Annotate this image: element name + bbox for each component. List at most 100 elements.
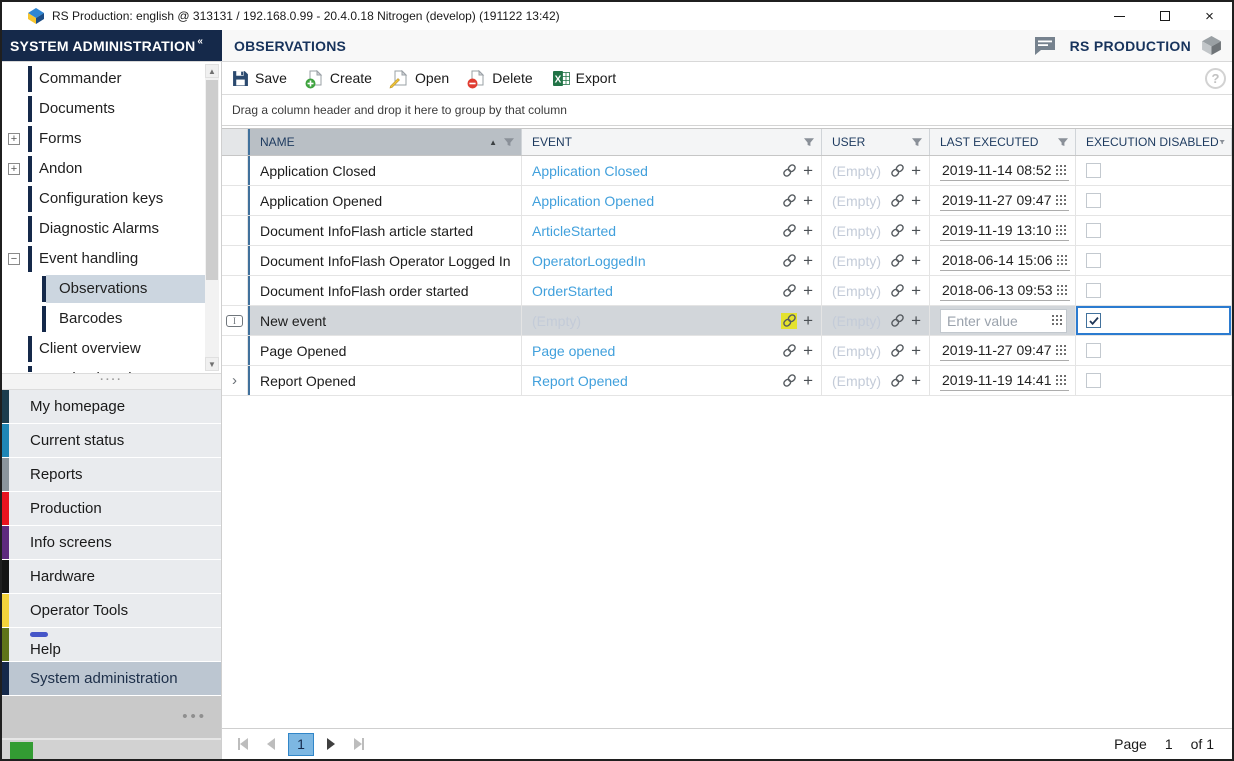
link-icon[interactable] (889, 163, 905, 179)
row-indicator-cell[interactable] (222, 216, 248, 245)
event-link[interactable]: ArticleStarted (532, 223, 781, 239)
link-icon[interactable] (781, 223, 797, 239)
filter-icon[interactable] (1219, 136, 1225, 148)
overflow-menu-icon[interactable]: ••• (182, 708, 207, 725)
last-executed-cell[interactable]: 2018-06-14 15:06 (930, 246, 1076, 275)
add-icon[interactable]: + (911, 282, 921, 299)
event-cell[interactable]: ArticleStarted + (522, 216, 822, 245)
nav-item-operator-tools[interactable]: Operator Tools (2, 594, 221, 627)
user-cell[interactable]: (Empty) + (822, 276, 930, 305)
link-icon[interactable] (889, 193, 905, 209)
name-cell[interactable]: New event (248, 306, 522, 335)
date-editor[interactable]: 2019-11-19 13:10 (940, 220, 1069, 241)
export-button[interactable]: X Export (553, 70, 616, 87)
add-icon[interactable]: + (803, 282, 813, 299)
splitter-grip[interactable]: ···· (2, 373, 221, 390)
scroll-down-icon[interactable]: ▼ (205, 357, 219, 371)
date-editor[interactable]: 2019-11-19 14:41 (940, 370, 1069, 391)
date-picker-icon[interactable] (1056, 345, 1067, 356)
link-icon[interactable] (889, 253, 905, 269)
date-picker-icon[interactable] (1057, 285, 1068, 296)
row-indicator-cell[interactable] (222, 336, 248, 365)
column-header-user[interactable]: USER (822, 129, 930, 155)
pager-current-page[interactable]: 1 (288, 733, 314, 756)
event-link[interactable]: OrderStarted (532, 283, 781, 299)
execution-disabled-checkbox[interactable] (1086, 373, 1101, 388)
add-icon[interactable]: + (803, 162, 813, 179)
tree-scrollbar[interactable]: ▲ ▼ (205, 64, 219, 371)
date-picker-icon[interactable] (1057, 255, 1068, 266)
row-indicator-cell[interactable] (222, 276, 248, 305)
execution-disabled-cell[interactable] (1076, 216, 1232, 245)
add-icon[interactable]: + (911, 192, 921, 209)
event-link[interactable]: Application Closed (532, 163, 781, 179)
execution-disabled-checkbox[interactable] (1086, 343, 1101, 358)
pager-prev-button[interactable] (260, 733, 282, 755)
delete-button[interactable]: Delete (469, 70, 532, 87)
event-link[interactable]: Application Opened (532, 193, 781, 209)
pager-last-button[interactable] (348, 733, 370, 755)
nav-item-info-screens[interactable]: Info screens (2, 526, 221, 559)
execution-disabled-cell[interactable] (1076, 336, 1232, 365)
row-indicator-cell[interactable]: › (222, 366, 248, 395)
link-icon[interactable] (781, 283, 797, 299)
tree-item-barcodes[interactable]: Barcodes (2, 304, 205, 334)
date-editor[interactable]: 2018-06-13 09:53 (940, 280, 1070, 301)
collapse-icon[interactable]: « (197, 36, 203, 47)
nav-item-reports[interactable]: Reports (2, 458, 221, 491)
event-cell[interactable]: OperatorLoggedIn + (522, 246, 822, 275)
table-row[interactable]: Application Opened Application Opened + … (222, 186, 1232, 216)
name-cell[interactable]: Report Opened (248, 366, 522, 395)
date-picker-icon[interactable] (1056, 165, 1067, 176)
execution-disabled-cell[interactable] (1076, 366, 1232, 395)
open-button[interactable]: Open (392, 70, 449, 87)
user-cell[interactable]: (Empty) + (822, 216, 930, 245)
link-icon[interactable] (781, 253, 797, 269)
help-icon[interactable]: ? (1205, 68, 1226, 89)
nav-item-hardware[interactable]: Hardware (2, 560, 221, 593)
nav-item-help[interactable]: Help (2, 628, 221, 661)
last-executed-cell[interactable]: 2019-11-19 13:10 (930, 216, 1076, 245)
add-icon[interactable]: + (911, 252, 921, 269)
link-icon[interactable] (889, 313, 905, 329)
group-by-panel[interactable]: Drag a column header and drop it here to… (222, 95, 1232, 126)
table-row[interactable]: › Report Opened Report Opened + (Empty) … (222, 366, 1232, 396)
last-executed-cell[interactable]: Enter value (930, 306, 1076, 335)
pager-next-button[interactable] (320, 733, 342, 755)
maximize-button[interactable] (1142, 2, 1187, 30)
add-icon[interactable]: + (911, 222, 921, 239)
add-icon[interactable]: + (803, 312, 813, 329)
add-icon[interactable]: + (911, 372, 921, 389)
sidebar-header[interactable]: SYSTEM ADMINISTRATION « (2, 30, 222, 61)
messages-icon[interactable] (1034, 36, 1056, 55)
tree-item-commander[interactable]: Commander (2, 64, 205, 94)
event-cell[interactable]: Page opened + (522, 336, 822, 365)
event-link[interactable]: OperatorLoggedIn (532, 253, 781, 269)
add-icon[interactable]: + (911, 312, 921, 329)
name-cell[interactable]: Page Opened (248, 336, 522, 365)
user-cell[interactable]: (Empty) + (822, 186, 930, 215)
user-cell[interactable]: (Empty) + (822, 366, 930, 395)
date-picker-icon[interactable] (1056, 225, 1067, 236)
table-row[interactable]: I New event (Empty) + (Empty) + Enter va… (222, 306, 1232, 336)
add-icon[interactable]: + (803, 372, 813, 389)
tree-item-event-handling[interactable]: − Event handling (2, 244, 205, 274)
event-link[interactable]: (Empty) (532, 313, 781, 329)
table-row[interactable]: Page Opened Page opened + (Empty) + 2019… (222, 336, 1232, 366)
tree-item-forms[interactable]: + Forms (2, 124, 205, 154)
event-link[interactable]: Report Opened (532, 373, 781, 389)
nav-item-my-homepage[interactable]: My homepage (2, 390, 221, 423)
table-row[interactable]: Application Closed Application Closed + … (222, 156, 1232, 186)
tree-item-observations[interactable]: Observations (2, 274, 205, 304)
last-executed-cell[interactable]: 2019-11-27 09:47 (930, 186, 1076, 215)
link-icon[interactable] (889, 373, 905, 389)
execution-disabled-cell[interactable] (1076, 246, 1232, 275)
nav-item-system-administration[interactable]: System administration (2, 662, 221, 695)
execution-disabled-checkbox[interactable] (1086, 283, 1101, 298)
create-button[interactable]: Create (307, 70, 372, 87)
add-icon[interactable]: + (803, 252, 813, 269)
column-header-name[interactable]: NAME ▲ (248, 129, 522, 155)
event-cell[interactable]: (Empty) + (522, 306, 822, 335)
close-button[interactable]: × (1187, 2, 1232, 30)
user-cell[interactable]: (Empty) + (822, 246, 930, 275)
